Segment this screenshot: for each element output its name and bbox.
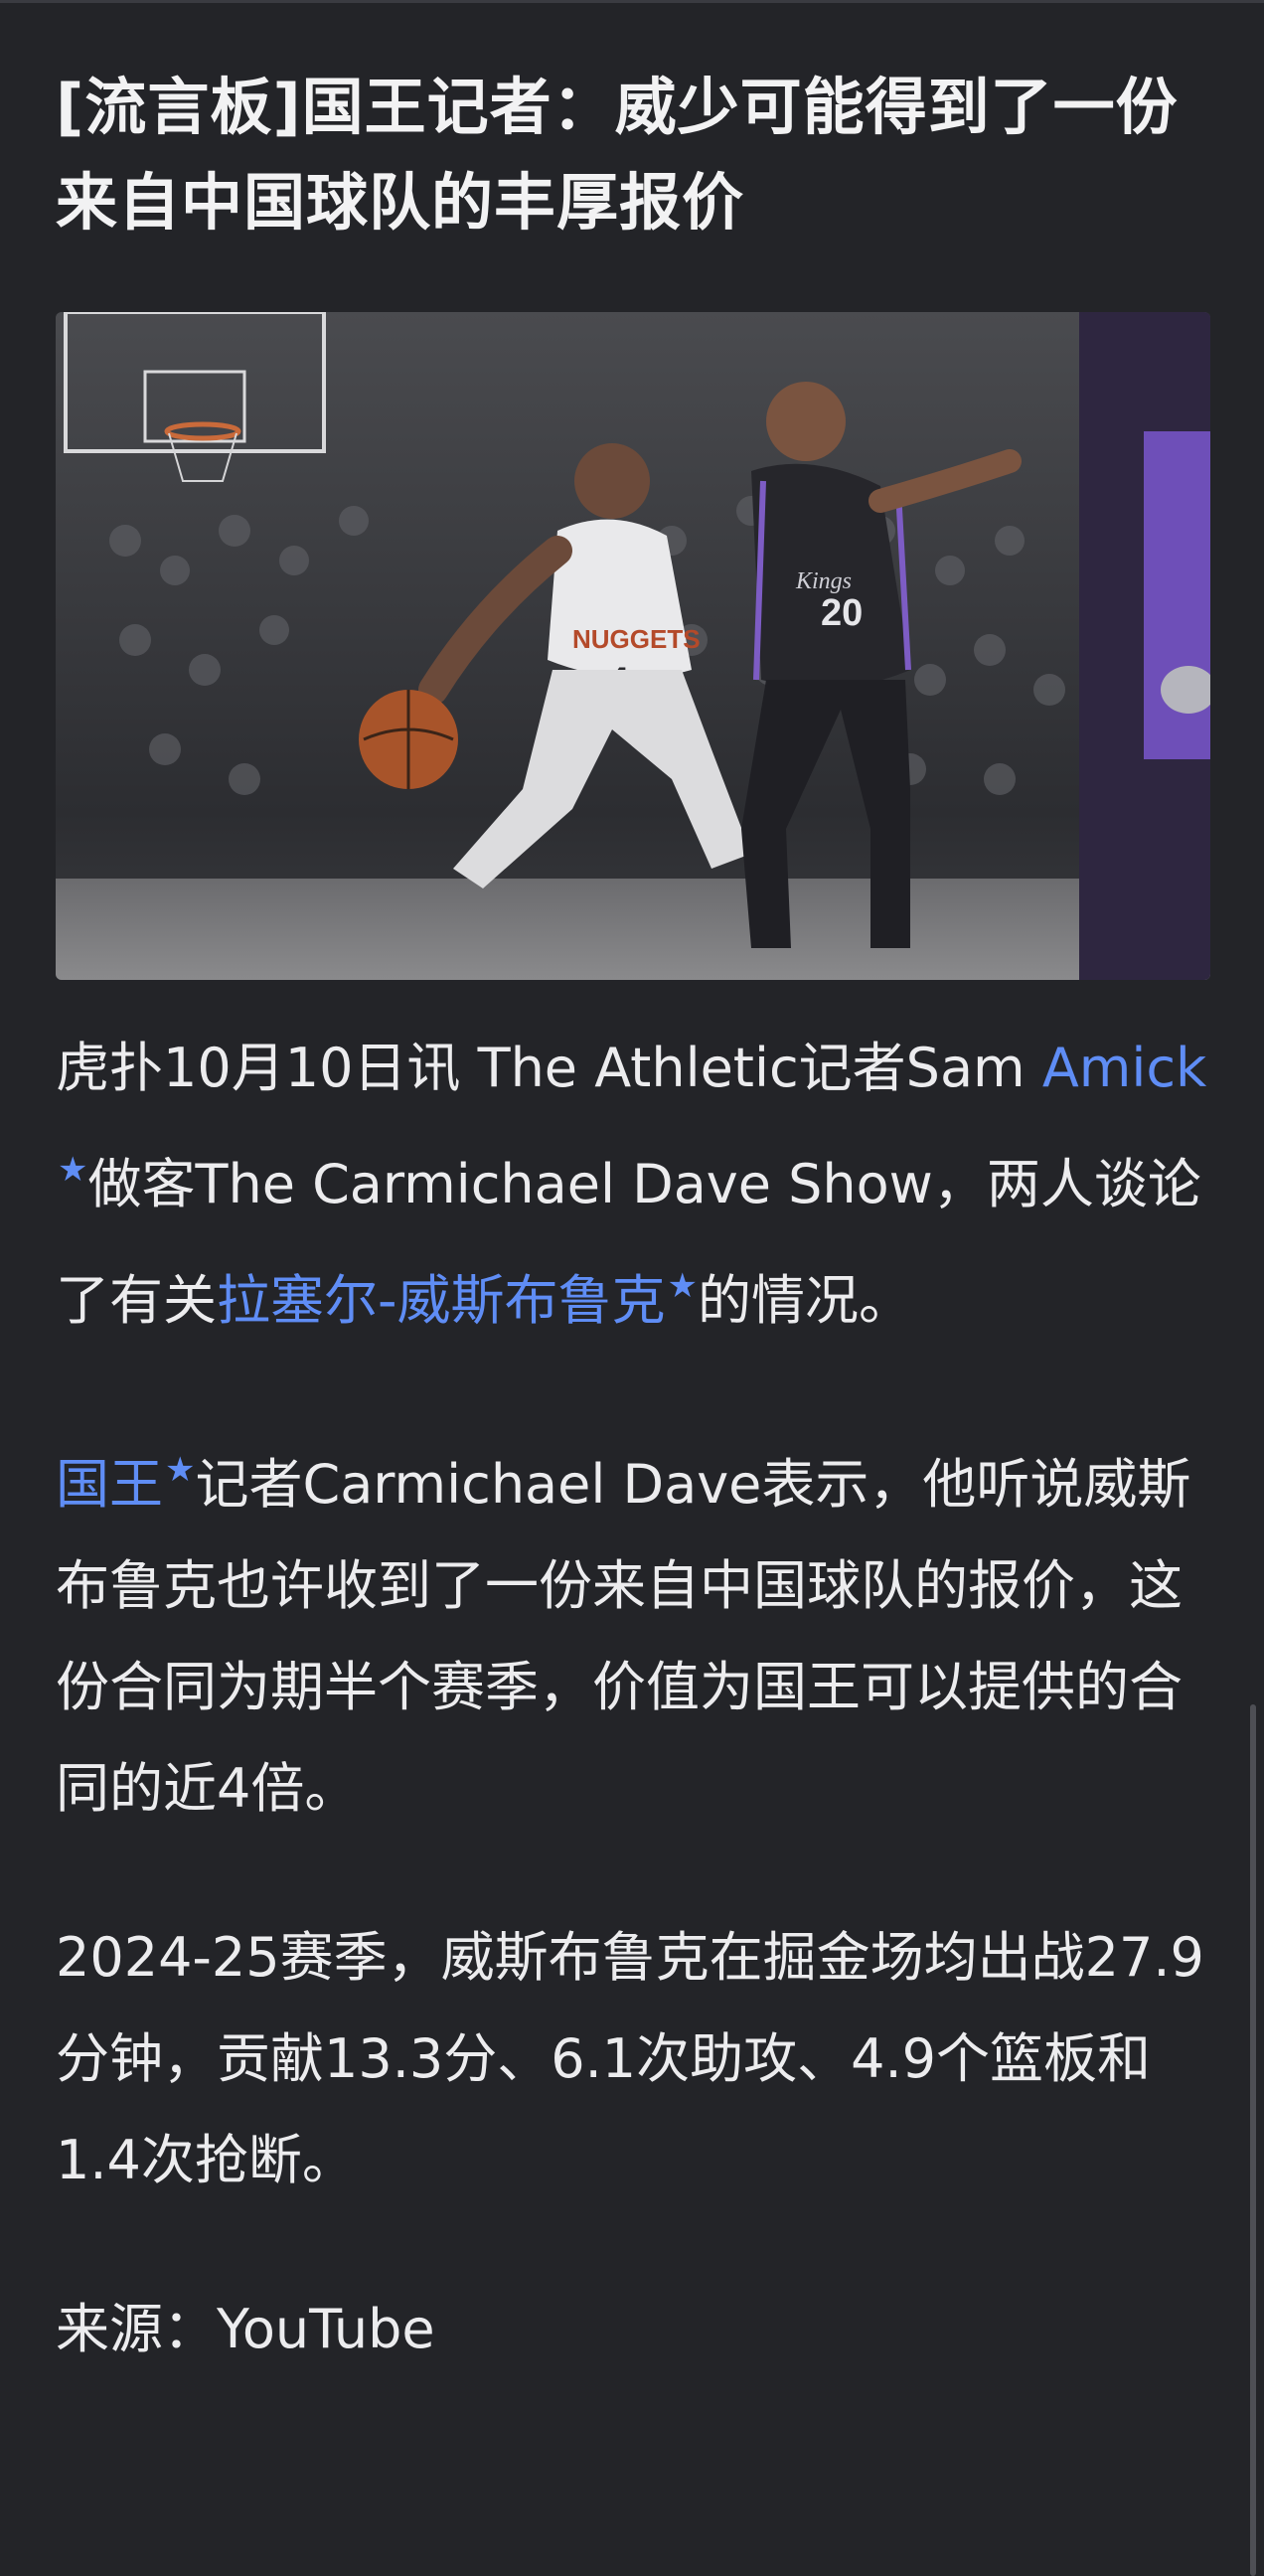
jersey-team-text: NUGGETS xyxy=(572,624,701,654)
top-divider xyxy=(0,0,1264,3)
article: [流言板]国王记者：威少可能得到了一份来自中国球队的丰厚报价 NUGGETS K… xyxy=(56,60,1210,2380)
article-photo[interactable]: NUGGETS 4 Kings 20 xyxy=(56,312,1210,980)
jersey-number-text: 20 xyxy=(821,592,863,634)
report-text: 记者Carmichael Dave表示，他听说威斯布鲁克也许收到了一份来自中国球… xyxy=(56,1453,1191,1820)
article-title: [流言板]国王记者：威少可能得到了一份来自中国球队的丰厚报价 xyxy=(56,71,1179,239)
link-sam-amick[interactable]: Amick xyxy=(1042,1037,1207,1099)
jersey-team-text: Kings xyxy=(795,568,852,594)
star-icon: ★ xyxy=(165,1450,196,1490)
paragraph-stats: 2024-25赛季，威斯布鲁克在掘金场均出战27.9分钟，贡献13.3分、6.1… xyxy=(56,1926,1204,2191)
link-kings[interactable]: 国王 xyxy=(56,1453,163,1516)
paragraph-source: 来源：YouTube xyxy=(56,2298,435,2360)
paragraph-report: 国王★记者Carmichael Dave表示，他听说威斯布鲁克也许收到了一份来自… xyxy=(56,1419,1210,1840)
intro-text-3: 的情况。 xyxy=(697,1269,912,1332)
paragraph-intro: 虎扑10月10日讯 The Athletic记者Sam Amick★做客The … xyxy=(56,1018,1210,1352)
basketball-photo: NUGGETS 4 Kings 20 xyxy=(56,312,1210,980)
star-icon: ★ xyxy=(667,1266,698,1306)
intro-text-1: 虎扑10月10日讯 The Athletic记者Sam xyxy=(56,1037,1042,1099)
scrollbar[interactable] xyxy=(1250,1704,1256,2576)
link-russell-westbrook[interactable]: 拉塞尔-威斯布鲁克 xyxy=(217,1269,666,1332)
star-icon: ★ xyxy=(58,1150,88,1190)
